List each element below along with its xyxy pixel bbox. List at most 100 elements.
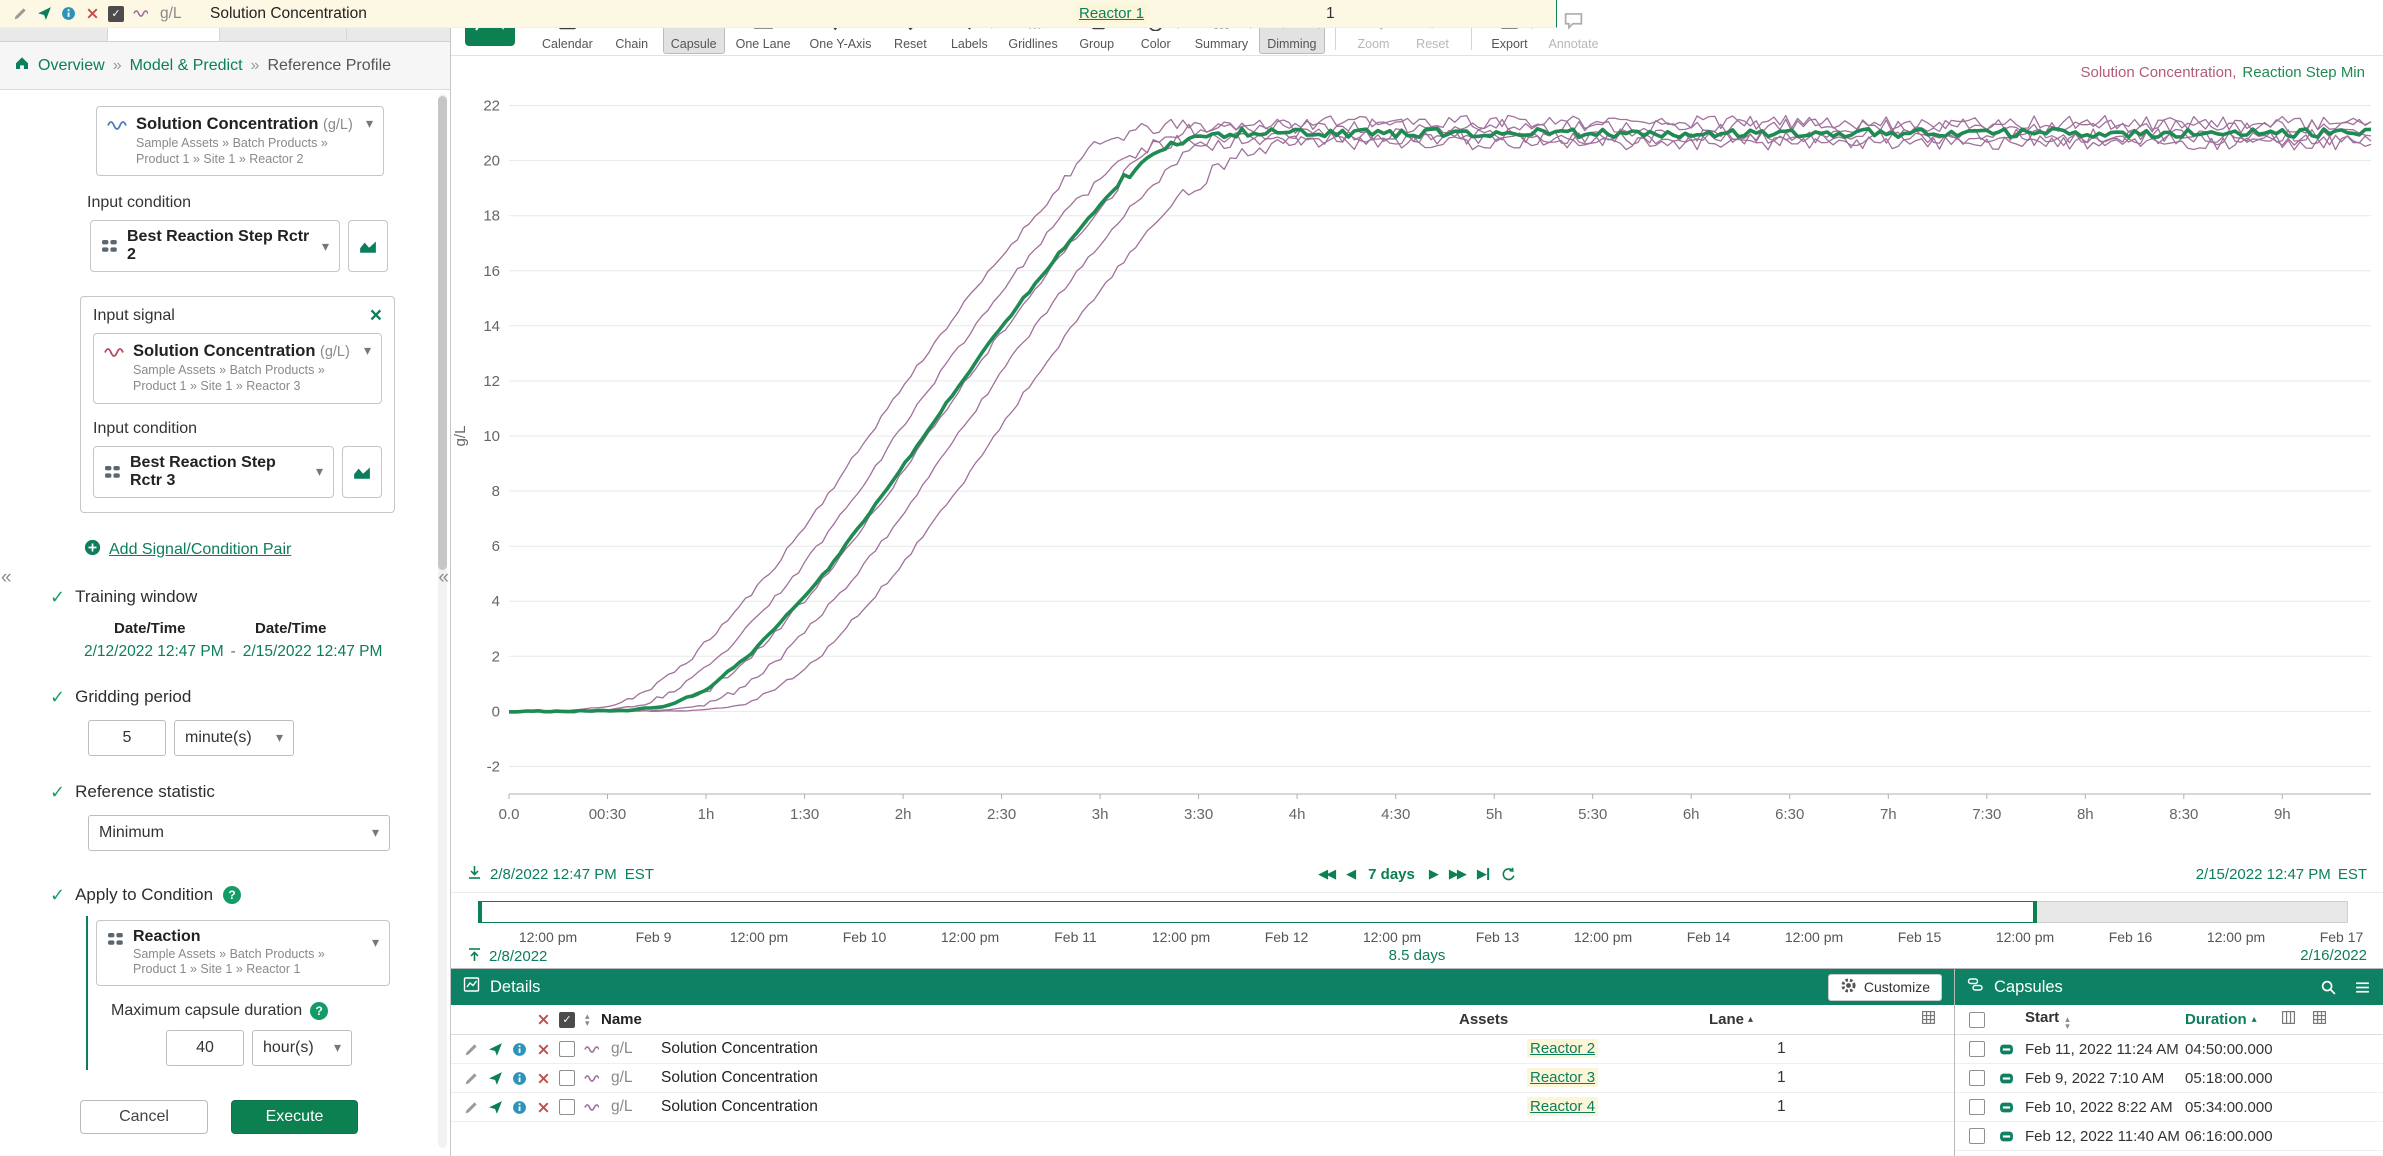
- sort-icon[interactable]: ▴▾: [2065, 1016, 2075, 1030]
- jump-start-icon[interactable]: [467, 865, 482, 884]
- capsule-select-checkbox[interactable]: [1969, 1070, 1985, 1086]
- column-header-start[interactable]: Start: [2025, 1009, 2059, 1026]
- step-forward-button[interactable]: ▶: [1429, 866, 1437, 882]
- row-select-checkbox[interactable]: [559, 1099, 575, 1115]
- collapse-panel-left-icon[interactable]: «: [1, 567, 12, 589]
- investigate-range-end[interactable]: 2/16/2022: [2300, 947, 2367, 964]
- cancel-button[interactable]: Cancel: [80, 1100, 208, 1134]
- navigate-to-signal-icon[interactable]: [483, 1071, 507, 1086]
- select-all-capsules-checkbox[interactable]: [1969, 1012, 1985, 1028]
- edit-signal-icon[interactable]: [459, 1100, 483, 1115]
- breadcrumb-overview[interactable]: Overview: [38, 57, 105, 75]
- row-select-checkbox[interactable]: [559, 1070, 575, 1086]
- jump-range-start-icon[interactable]: [467, 947, 482, 966]
- capsule-select-checkbox[interactable]: [1969, 1041, 1985, 1057]
- column-header-assets[interactable]: Assets: [1459, 1011, 1671, 1028]
- input-condition-select-1[interactable]: Best Reaction Step Rctr 2 ▾: [90, 220, 340, 272]
- help-icon[interactable]: ?: [310, 1002, 328, 1020]
- capsule-table-row[interactable]: Feb 11, 2022 11:24 AM 04:50:00.000: [1955, 1035, 2383, 1064]
- svg-text:0: 0: [492, 703, 500, 720]
- details-table-row[interactable]: g/L Solution Concentration Reactor 3 1: [451, 1064, 1954, 1093]
- asset-link[interactable]: Reactor 2: [1527, 1039, 1598, 1058]
- help-icon[interactable]: ?: [223, 886, 241, 904]
- refresh-button[interactable]: [1501, 867, 1516, 882]
- capsule-table-row[interactable]: Feb 9, 2022 7:10 AM 05:18:00.000: [1955, 1064, 2383, 1093]
- input-signal-select-2[interactable]: Solution Concentration (g/L) Sample Asse…: [93, 333, 382, 403]
- edit-signal-icon[interactable]: [459, 1042, 483, 1057]
- svg-text:9h: 9h: [2274, 806, 2291, 823]
- item-info-icon[interactable]: [507, 1042, 531, 1057]
- search-icon[interactable]: [2320, 979, 2337, 996]
- training-end-datetime[interactable]: 2/15/2022 12:47 PM: [243, 643, 383, 661]
- input-signal-select-1[interactable]: Solution Concentration (g/L) Sample Asse…: [96, 106, 384, 176]
- collapse-sidebar-icon[interactable]: «: [438, 567, 449, 589]
- execute-button[interactable]: Execute: [231, 1100, 358, 1134]
- sort-icon[interactable]: ▴▾: [585, 1013, 595, 1027]
- step-to-now-button[interactable]: ▶: [1477, 866, 1489, 882]
- navigate-to-signal-icon[interactable]: [483, 1042, 507, 1057]
- max-duration-unit-select[interactable]: hour(s) ▾: [252, 1030, 352, 1066]
- home-icon[interactable]: [14, 55, 30, 76]
- column-header-duration[interactable]: Duration: [2185, 1011, 2247, 1028]
- view-condition-chart-button[interactable]: [342, 446, 382, 498]
- trend-chart[interactable]: -202468101214161820220.000:301h1:302h2:3…: [451, 56, 2383, 861]
- breadcrumb-model-predict[interactable]: Model & Predict: [130, 57, 243, 75]
- item-info-icon[interactable]: [507, 1100, 531, 1115]
- asset-link[interactable]: Reactor 4: [1527, 1097, 1598, 1116]
- customize-button[interactable]: Customize: [1828, 974, 1942, 1001]
- column-header-name[interactable]: Name: [601, 1011, 642, 1028]
- columns-icon[interactable]: [2281, 1010, 2296, 1029]
- investigate-range-start[interactable]: 2/8/2022: [489, 948, 547, 965]
- investigate-range-span[interactable]: 8.5 days: [1389, 947, 1446, 964]
- step-size-label[interactable]: 7 days: [1368, 866, 1415, 883]
- max-duration-input[interactable]: [166, 1030, 244, 1066]
- asset-link[interactable]: Reactor 3: [1527, 1068, 1598, 1087]
- remove-pair-button[interactable]: ×: [370, 309, 382, 323]
- table-grid-icon[interactable]: [2312, 1010, 2327, 1029]
- display-range-selector[interactable]: [478, 901, 2036, 923]
- selector-right-handle[interactable]: [2033, 901, 2037, 923]
- remove-all-icon[interactable]: [531, 1012, 555, 1027]
- view-condition-chart-button[interactable]: [348, 220, 388, 272]
- gridding-unit-select[interactable]: minute(s) ▾: [174, 720, 294, 756]
- step-back-button[interactable]: ◀: [1346, 866, 1354, 882]
- menu-icon[interactable]: [2354, 979, 2371, 996]
- navigate-to-signal-icon[interactable]: [483, 1100, 507, 1115]
- add-signal-condition-pair-link[interactable]: Add Signal/Condition Pair: [109, 541, 291, 559]
- remove-item-icon[interactable]: [531, 1100, 555, 1115]
- details-table-row[interactable]: g/L Solution Concentration Reactor 2 1: [451, 1035, 1954, 1064]
- item-info-icon[interactable]: [507, 1071, 531, 1086]
- apply-condition-select[interactable]: Reaction Sample Assets » Batch Products …: [96, 920, 390, 986]
- display-start-datetime[interactable]: 2/8/2022 12:47 PM: [490, 866, 617, 883]
- timeline-track[interactable]: [478, 901, 2348, 923]
- details-table-row[interactable]: g/L Solution Concentration Reactor 4 1: [451, 1093, 1954, 1122]
- sidebar-scrollbar[interactable]: [438, 94, 447, 1148]
- capsule-table-row[interactable]: Feb 10, 2022 8:22 AM 05:34:00.000: [1955, 1093, 2383, 1122]
- step-forward-fast-button[interactable]: ▶▶: [1449, 866, 1465, 882]
- gridding-period-input[interactable]: [88, 720, 166, 756]
- signal-name: Solution Concentration: [647, 1040, 1527, 1058]
- input-condition-select-2[interactable]: Best Reaction Step Rctr 3 ▾: [93, 446, 334, 498]
- selector-left-handle[interactable]: [478, 901, 482, 923]
- capsule-select-checkbox[interactable]: [1969, 1128, 1985, 1144]
- timezone-link[interactable]: EST: [625, 866, 654, 883]
- step-back-fast-button[interactable]: ◀◀: [1318, 866, 1334, 882]
- select-all-checkbox[interactable]: ✓: [559, 1012, 575, 1028]
- display-end-datetime[interactable]: 2/15/2022 12:47 PM: [2196, 866, 2331, 883]
- reference-statistic-select[interactable]: Minimum ▾: [88, 815, 390, 851]
- capsule-select-checkbox[interactable]: [1969, 1099, 1985, 1115]
- legend-item-reaction-step-min[interactable]: Reaction Step Min: [2242, 64, 2365, 81]
- row-select-checkbox[interactable]: [559, 1041, 575, 1057]
- timezone-link[interactable]: EST: [2338, 866, 2367, 883]
- training-start-datetime[interactable]: 2/12/2022 12:47 PM: [84, 643, 224, 661]
- training-window-section: ✓ Training window Date/Time Date/Time 2/…: [50, 587, 422, 661]
- column-header-lane[interactable]: Lane: [1709, 1011, 1744, 1028]
- legend-item-solution-concentration[interactable]: Solution Concentration,: [2080, 64, 2236, 81]
- remove-item-icon[interactable]: [531, 1071, 555, 1086]
- edit-signal-icon[interactable]: [459, 1071, 483, 1086]
- scrollbar-thumb[interactable]: [438, 96, 447, 570]
- capsule-table-row[interactable]: Feb 12, 2022 11:40 AM 06:16:00.000: [1955, 1122, 2383, 1151]
- table-grid-icon[interactable]: [1921, 1010, 1936, 1029]
- trend-chart-area[interactable]: Solution Concentration, Reaction Step Mi…: [451, 56, 2383, 856]
- remove-item-icon[interactable]: [531, 1042, 555, 1057]
